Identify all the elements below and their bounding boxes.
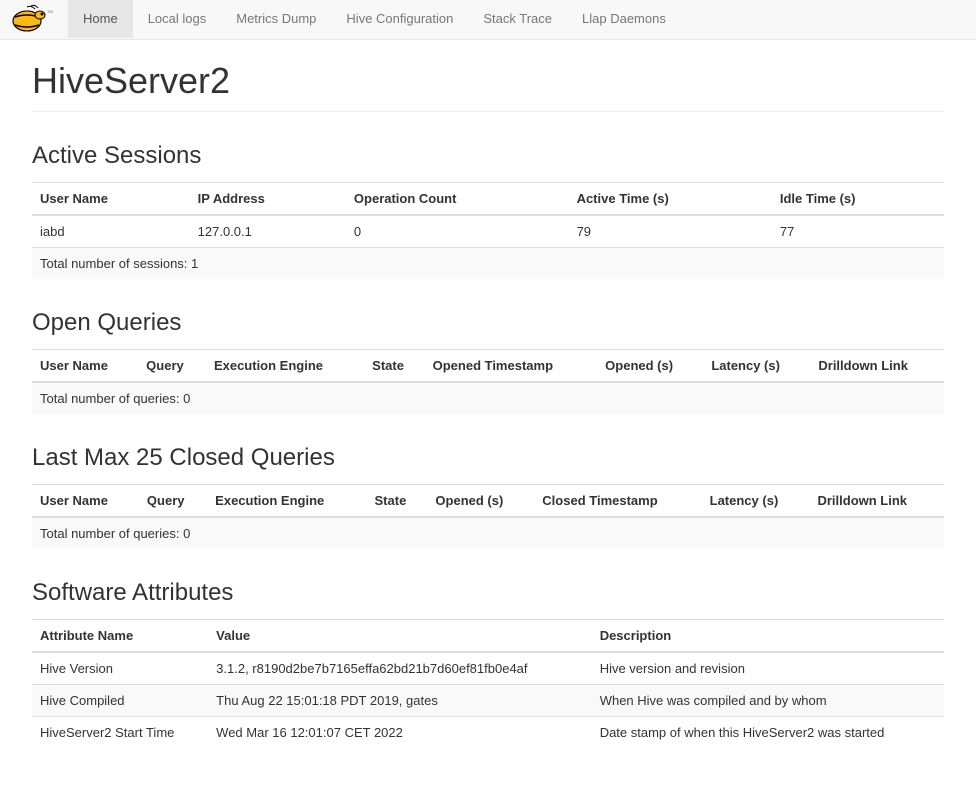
- th-closed-timestamp: Closed Timestamp: [534, 485, 701, 518]
- th-execution-engine: Execution Engine: [207, 485, 366, 518]
- cell-attr-name: Hive Compiled: [32, 685, 208, 717]
- th-query: Query: [139, 485, 207, 518]
- table-row: Hive Version 3.1.2, r8190d2be7b7165effa6…: [32, 652, 944, 685]
- software-attributes-table: Attribute Name Value Description Hive Ve…: [32, 619, 944, 748]
- th-drilldown-link: Drilldown Link: [810, 350, 944, 383]
- cell-op-count: 0: [346, 215, 569, 248]
- page-header: HiveServer2: [32, 60, 944, 112]
- hive-logo[interactable]: TM: [0, 0, 68, 39]
- hive-logo-icon: TM: [5, 3, 53, 37]
- section-closed-queries: Last Max 25 Closed Queries User Name Que…: [32, 444, 944, 549]
- cell-attr-desc: Date stamp of when this HiveServer2 was …: [592, 717, 944, 749]
- th-query: Query: [138, 350, 206, 383]
- th-opened-s: Opened (s): [597, 350, 703, 383]
- th-state: State: [364, 350, 424, 383]
- active-sessions-table: User Name IP Address Operation Count Act…: [32, 182, 944, 279]
- th-state: State: [367, 485, 428, 518]
- cell-attr-desc: Hive version and revision: [592, 652, 944, 685]
- th-latency-s: Latency (s): [703, 350, 810, 383]
- table-row: Hive Compiled Thu Aug 22 15:01:18 PDT 20…: [32, 685, 944, 717]
- th-ip-address: IP Address: [190, 183, 346, 216]
- cell-attr-name: Hive Version: [32, 652, 208, 685]
- th-opened-s: Opened (s): [427, 485, 534, 518]
- navbar: TM Home Local logs Metrics Dump Hive Con…: [0, 0, 976, 40]
- cell-attr-value: Thu Aug 22 15:01:18 PDT 2019, gates: [208, 685, 592, 717]
- cell-idle-time: 77: [772, 215, 944, 248]
- cell-attr-desc: When Hive was compiled and by whom: [592, 685, 944, 717]
- th-description: Description: [592, 620, 944, 653]
- th-attribute-name: Attribute Name: [32, 620, 208, 653]
- cell-attr-name: HiveServer2 Start Time: [32, 717, 208, 749]
- cell-attr-value: 3.1.2, r8190d2be7b7165effa62bd21b7d60ef8…: [208, 652, 592, 685]
- th-active-time: Active Time (s): [569, 183, 772, 216]
- main-container: HiveServer2 Active Sessions User Name IP…: [8, 40, 968, 798]
- table-row: iabd 127.0.0.1 0 79 77: [32, 215, 944, 248]
- summary-text: Total number of sessions: 1: [32, 248, 944, 280]
- cell-ip: 127.0.0.1: [190, 215, 346, 248]
- th-user-name: User Name: [32, 183, 190, 216]
- summary-text: Total number of queries: 0: [32, 382, 944, 414]
- section-active-sessions: Active Sessions User Name IP Address Ope…: [32, 142, 944, 279]
- th-opened-timestamp: Opened Timestamp: [425, 350, 598, 383]
- th-latency-s: Latency (s): [702, 485, 810, 518]
- cell-attr-value: Wed Mar 16 12:01:07 CET 2022: [208, 717, 592, 749]
- summary-text: Total number of queries: 0: [32, 517, 944, 549]
- open-queries-table: User Name Query Execution Engine State O…: [32, 349, 944, 414]
- table-header-row: User Name Query Execution Engine State O…: [32, 350, 944, 383]
- th-execution-engine: Execution Engine: [206, 350, 364, 383]
- table-row: HiveServer2 Start Time Wed Mar 16 12:01:…: [32, 717, 944, 749]
- th-drilldown-link: Drilldown Link: [809, 485, 944, 518]
- section-software-attributes: Software Attributes Attribute Name Value…: [32, 579, 944, 748]
- cell-user: iabd: [32, 215, 190, 248]
- nav-item-hive-configuration[interactable]: Hive Configuration: [331, 0, 468, 39]
- th-value: Value: [208, 620, 592, 653]
- section-open-queries: Open Queries User Name Query Execution E…: [32, 309, 944, 414]
- th-operation-count: Operation Count: [346, 183, 569, 216]
- nav-item-stack-trace[interactable]: Stack Trace: [468, 0, 567, 39]
- section-title: Last Max 25 Closed Queries: [32, 444, 944, 472]
- th-idle-time: Idle Time (s): [772, 183, 944, 216]
- section-title: Open Queries: [32, 309, 944, 337]
- section-title: Active Sessions: [32, 142, 944, 170]
- section-title: Software Attributes: [32, 579, 944, 607]
- nav-item-local-logs[interactable]: Local logs: [133, 0, 222, 39]
- th-user-name: User Name: [32, 485, 139, 518]
- page-title: HiveServer2: [32, 60, 944, 102]
- nav-links: Home Local logs Metrics Dump Hive Config…: [68, 0, 681, 39]
- svg-text:TM: TM: [47, 9, 53, 14]
- cell-active-time: 79: [569, 215, 772, 248]
- nav-item-metrics-dump[interactable]: Metrics Dump: [221, 0, 331, 39]
- table-header-row: User Name Query Execution Engine State O…: [32, 485, 944, 518]
- table-header-row: Attribute Name Value Description: [32, 620, 944, 653]
- summary-row: Total number of sessions: 1: [32, 248, 944, 280]
- summary-row: Total number of queries: 0: [32, 382, 944, 414]
- nav-item-home[interactable]: Home: [68, 0, 133, 39]
- table-header-row: User Name IP Address Operation Count Act…: [32, 183, 944, 216]
- th-user-name: User Name: [32, 350, 138, 383]
- summary-row: Total number of queries: 0: [32, 517, 944, 549]
- closed-queries-table: User Name Query Execution Engine State O…: [32, 484, 944, 549]
- nav-item-llap-daemons[interactable]: Llap Daemons: [567, 0, 681, 39]
